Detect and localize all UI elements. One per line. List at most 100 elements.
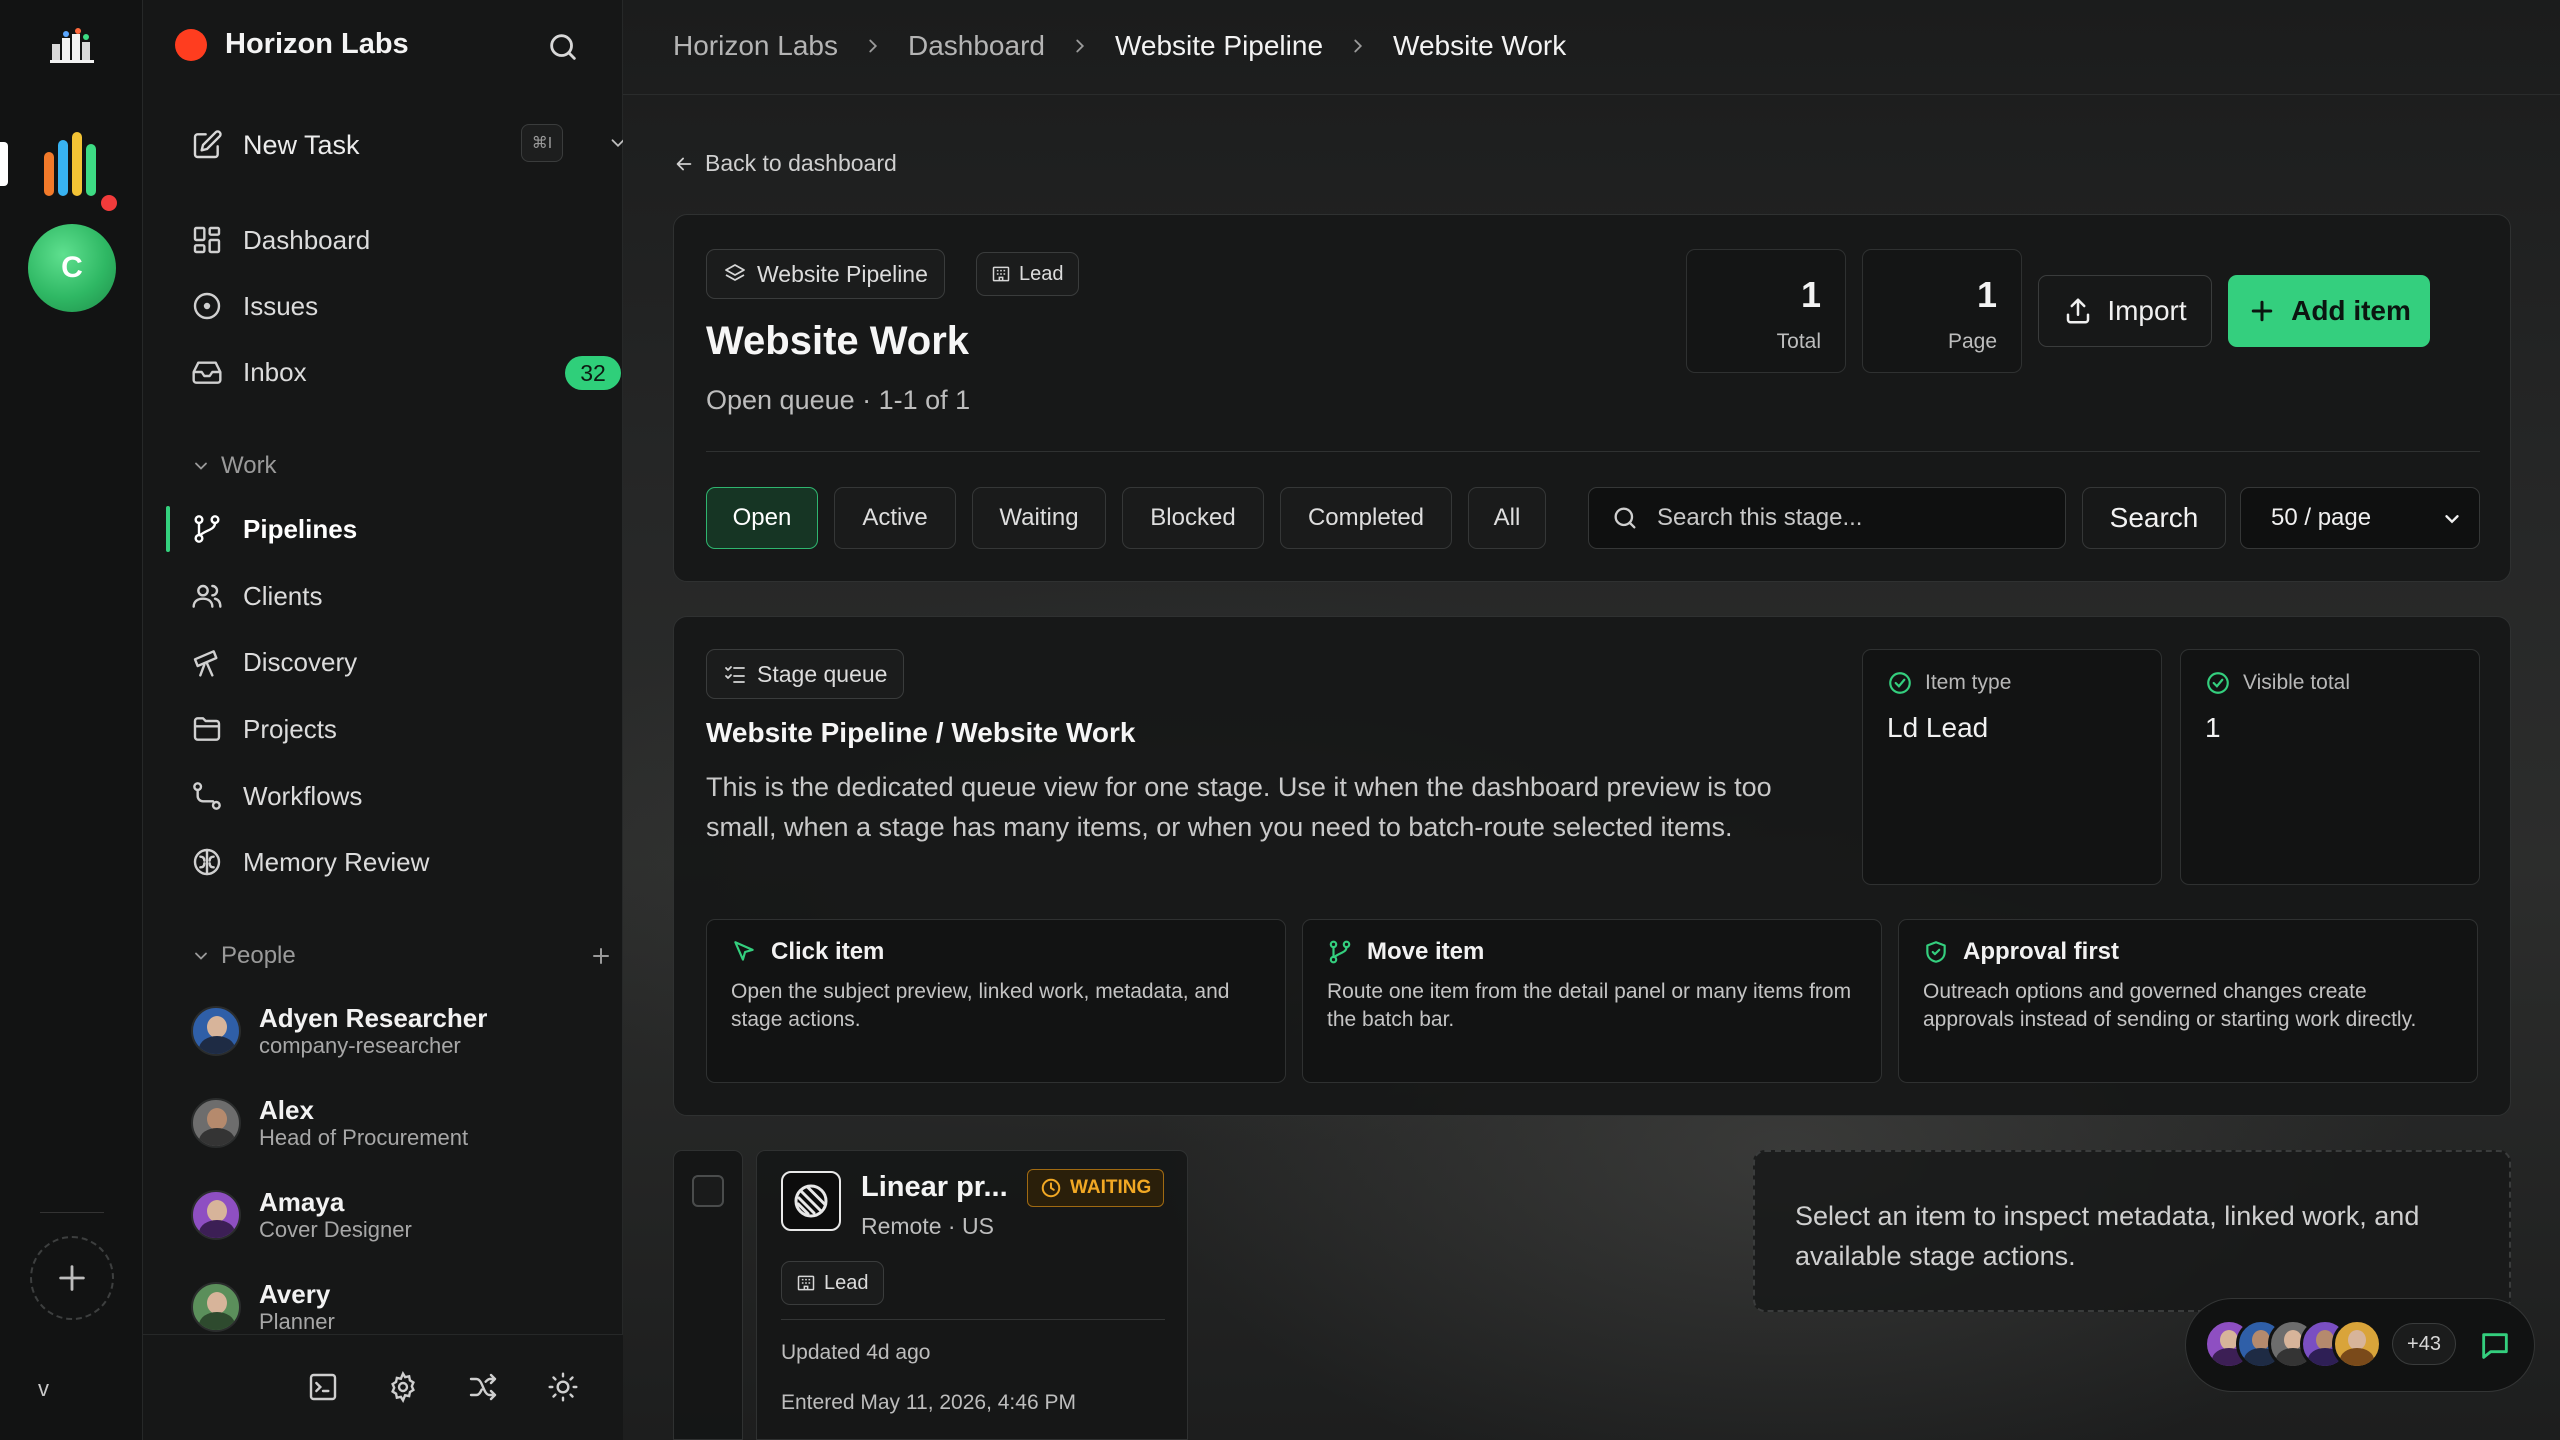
section-title: People [221, 942, 296, 969]
more-people-count[interactable]: +43 [2392, 1323, 2456, 1365]
workspace-dot [175, 28, 207, 61]
page-stat: 1 Page [1862, 249, 2022, 373]
section-work-toggle[interactable]: Work [191, 448, 591, 484]
person-name: Alex [259, 1095, 314, 1125]
section-people-toggle[interactable]: People [191, 938, 609, 974]
chat-icon[interactable] [2478, 1329, 2512, 1363]
new-task-label: New Task [243, 129, 360, 160]
tip-move-item: Move item Route one item from the detail… [1302, 919, 1882, 1083]
filter-all[interactable]: All [1468, 487, 1546, 549]
breadcrumb-pipeline[interactable]: Website Pipeline [1115, 30, 1323, 62]
pipeline-chip[interactable]: Website Pipeline [706, 249, 945, 299]
workspace-avatar[interactable]: C [28, 224, 116, 312]
total-stat: 1 Total [1686, 249, 1846, 373]
plus-icon [55, 1261, 89, 1295]
item-entered: Entered May 11, 2026, 4:46 PM [781, 1391, 1076, 1414]
person-item[interactable]: Amaya Cover Designer [191, 1180, 591, 1250]
back-to-dashboard-link[interactable]: Back to dashboard [673, 150, 897, 177]
search-button[interactable]: Search [2082, 487, 2226, 549]
chevron-right-icon [1347, 35, 1369, 57]
person-item[interactable]: Adyen Researcher company-researcher [191, 996, 591, 1066]
tip-title-text: Move item [1367, 938, 1485, 965]
add-item-button[interactable]: Add item [2228, 275, 2430, 347]
person-name: Adyen Researcher [259, 1003, 488, 1033]
sidebar-item-issues[interactable]: Issues [191, 284, 591, 328]
add-item-label: Add item [2291, 295, 2411, 326]
inspect-placeholder: Select an item to inspect metadata, link… [1753, 1150, 2511, 1312]
add-workspace-button[interactable] [30, 1236, 114, 1320]
dashboard-icon [191, 224, 223, 256]
stat-label: Total [1776, 330, 1821, 353]
filter-waiting[interactable]: Waiting [972, 487, 1106, 549]
sidebar-item-memory-review[interactable]: Memory Review [191, 840, 591, 884]
card-divider [781, 1319, 1165, 1320]
app-rail: C v [0, 0, 143, 1440]
sidebar-item-label: Memory Review [243, 846, 430, 877]
filter-open[interactable]: Open [706, 487, 818, 549]
item-card[interactable]: Linear pr... Remote · US WAITING Lead Up… [756, 1150, 1188, 1440]
chevron-down-icon [2441, 508, 2463, 530]
new-task-button[interactable]: New Task ⌘I [191, 124, 625, 166]
visible-total-value: 1 [2205, 712, 2221, 743]
filter-blocked[interactable]: Blocked [1122, 487, 1264, 549]
search-placeholder: Search this stage... [1657, 504, 1863, 531]
sidebar-item-label: Pipelines [243, 513, 358, 544]
sidebar-item-pipelines[interactable]: Pipelines [191, 507, 591, 551]
filter-active[interactable]: Active [834, 487, 956, 549]
item-type-value: Ld Lead [1887, 712, 1989, 743]
tip-title: Approval first [1923, 938, 2119, 966]
telescope-icon [191, 646, 223, 678]
person-item[interactable]: Avery Planner [191, 1272, 591, 1342]
building-icon [796, 1273, 816, 1293]
person-name: Avery [259, 1279, 331, 1309]
import-button[interactable]: Import [2038, 275, 2212, 347]
sidebar-item-projects[interactable]: Projects [191, 707, 591, 751]
inbox-icon [191, 356, 223, 388]
shuffle-icon[interactable] [467, 1371, 499, 1403]
brain-icon [191, 846, 223, 878]
stage-search-input[interactable]: Search this stage... [1588, 487, 2066, 549]
workspace-app-icon[interactable] [42, 132, 102, 196]
item-type-label: Item type [1925, 671, 2012, 694]
sidebar-item-inbox[interactable]: Inbox 32 [191, 350, 621, 394]
breadcrumb-dashboard[interactable]: Dashboard [908, 30, 1045, 62]
add-person-icon[interactable] [589, 944, 613, 968]
breadcrumb-workspace[interactable]: Horizon Labs [673, 30, 838, 62]
plus-icon [2247, 296, 2277, 326]
visible-total-key: Visible total [2205, 670, 2350, 696]
sidebar-item-clients[interactable]: Clients [191, 574, 591, 618]
terminal-icon[interactable] [307, 1371, 339, 1403]
folder-icon [191, 713, 223, 745]
avatar [191, 1098, 241, 1148]
page-size-select[interactable]: 50 / page [2240, 487, 2480, 549]
queue-summary: Open queue · 1-1 of 1 [706, 385, 971, 415]
item-tag: Lead [781, 1261, 884, 1305]
import-label: Import [2107, 295, 2187, 326]
filter-completed[interactable]: Completed [1280, 487, 1452, 549]
version-label: v [38, 1376, 49, 1401]
avatar-letter: C [61, 251, 83, 284]
sidebar-item-workflows[interactable]: Workflows [191, 774, 591, 818]
breadcrumb: Horizon Labs Dashboard Website Pipeline … [673, 30, 1566, 62]
workspace-switcher[interactable]: Horizon Labs [175, 28, 409, 61]
queue-header-panel: Website Pipeline Lead Website Work Open … [673, 214, 2511, 582]
tip-click-item: Click item Open the subject preview, lin… [706, 919, 1286, 1083]
person-name: Amaya [259, 1187, 345, 1217]
sidebar-item-discovery[interactable]: Discovery [191, 640, 591, 684]
sun-icon[interactable] [547, 1371, 579, 1403]
person-item[interactable]: Alex Head of Procurement [191, 1088, 591, 1158]
section-title: Work [221, 452, 277, 479]
item-checkbox[interactable] [692, 1175, 724, 1207]
stage-queue-chip: Stage queue [706, 649, 905, 699]
search-icon[interactable] [546, 30, 580, 64]
sidebar-item-label: Inbox [243, 356, 307, 387]
selection-column [673, 1150, 743, 1440]
clock-icon [1040, 1177, 1062, 1199]
item-tag-label: Lead [824, 1271, 869, 1294]
avatar[interactable] [2332, 1319, 2382, 1369]
shield-check-icon [1923, 939, 1949, 965]
app-logo-icon[interactable] [50, 28, 94, 64]
sidebar-item-label: Discovery [243, 646, 358, 677]
gear-icon[interactable] [387, 1371, 419, 1403]
sidebar-item-dashboard[interactable]: Dashboard [191, 218, 591, 262]
